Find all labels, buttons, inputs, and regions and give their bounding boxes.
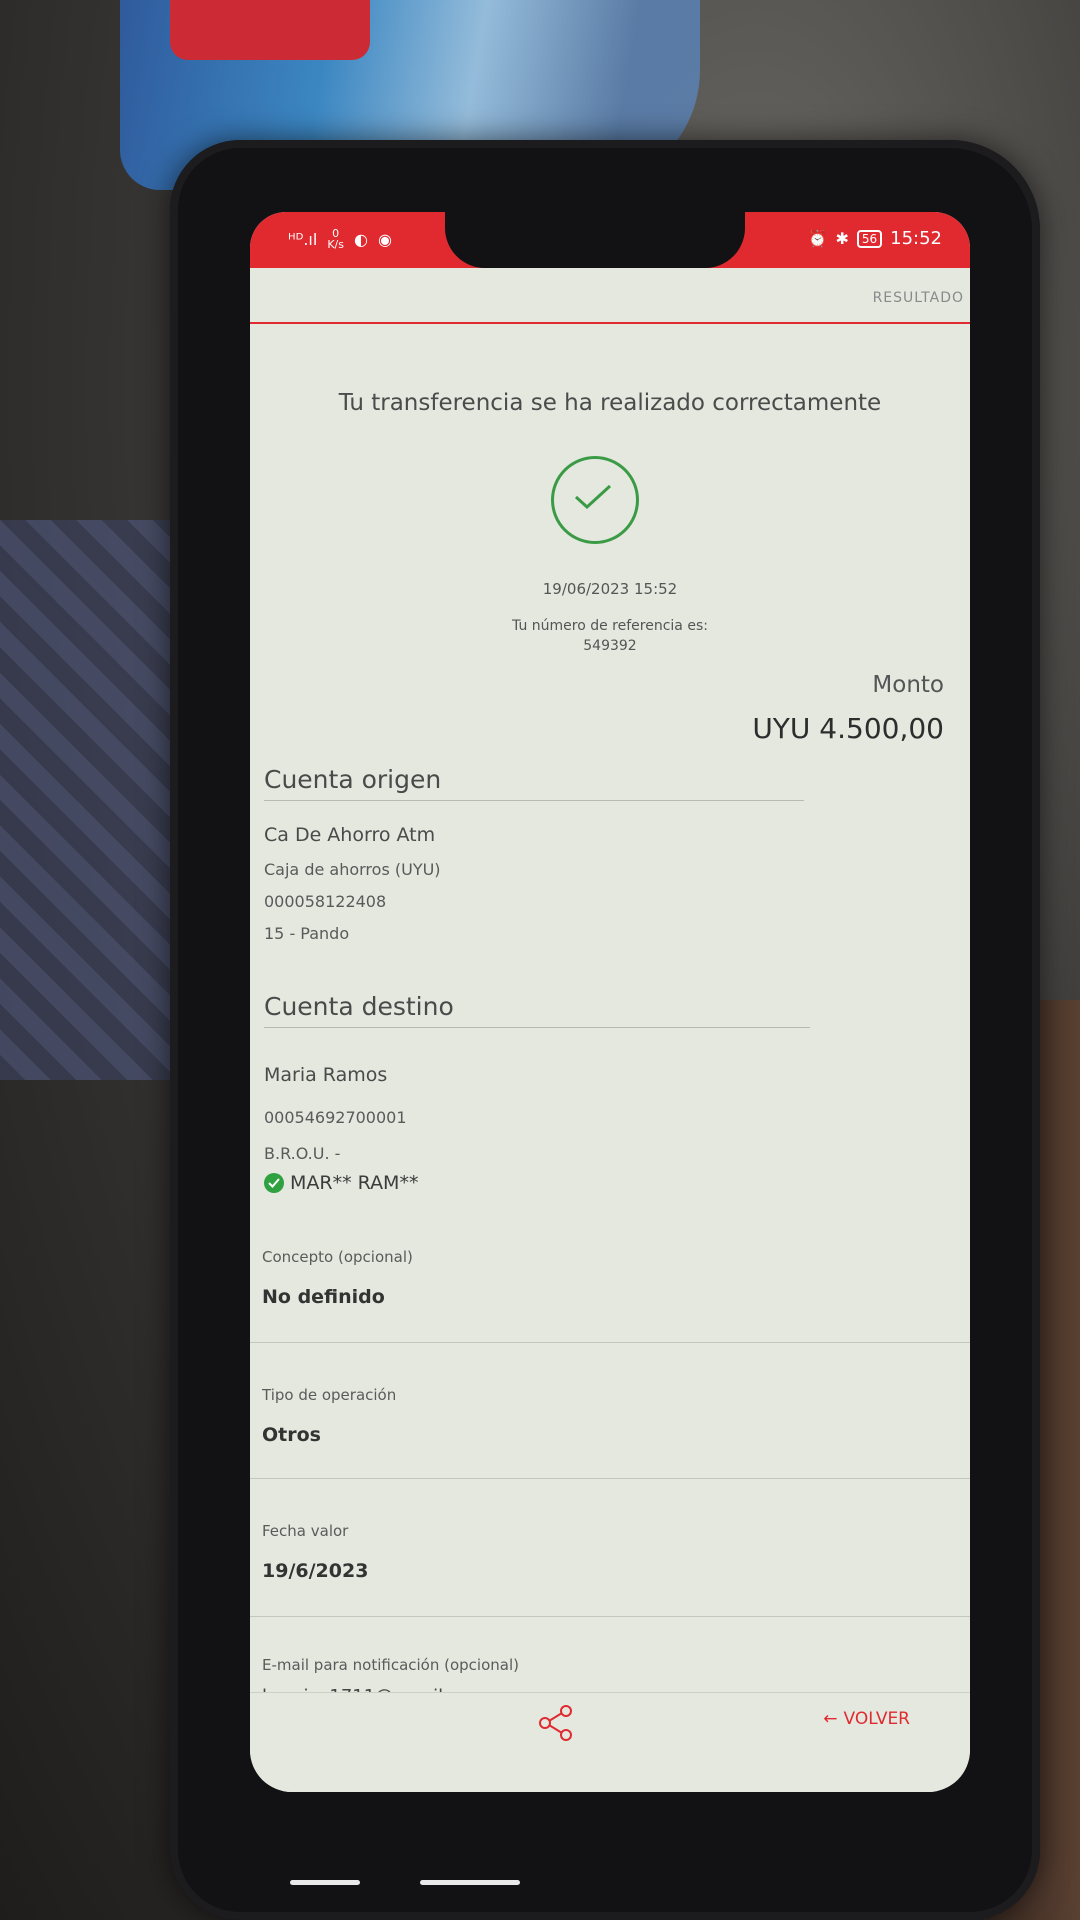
app-header: RESULTADO (250, 268, 970, 324)
camera-notch (445, 212, 745, 268)
phone-screen: ᴴᴰ.ıl 0 K/s ◐ ◉ ⏰ ✱ 56 15:52 RESULTADO Tu… (250, 212, 970, 1792)
data-rate: 0 K/s (327, 227, 344, 251)
origin-account-name: Ca De Ahorro Atm (264, 824, 436, 846)
vpn-icon: ◐ (353, 229, 368, 249)
operation-type-label: Tipo de operación (262, 1386, 397, 1404)
origin-account-type: Caja de ahorros (UYU) (264, 860, 441, 879)
background-cloth (0, 520, 180, 1080)
check-circle-icon (551, 456, 639, 544)
reference-number: 549392 (583, 638, 637, 654)
nav-indicator (420, 1880, 520, 1885)
destination-name: Maria Ramos (264, 1064, 388, 1086)
eye-icon: ◉ (377, 229, 392, 249)
bluetooth-icon: ✱ (835, 229, 849, 248)
concept-label: Concepto (opcional) (262, 1248, 413, 1266)
operation-type-value: Otros (262, 1424, 321, 1446)
system-nav-bar (290, 1880, 610, 1886)
transaction-datetime: 19/06/2023 15:52 (542, 580, 678, 598)
status-bar: ᴴᴰ.ıl 0 K/s ◐ ◉ ⏰ ✱ 56 15:52 (250, 212, 970, 268)
destination-bank: B.R.O.U. - (264, 1144, 341, 1163)
divider (250, 1342, 970, 1343)
divider (250, 1616, 970, 1617)
signal-icon: ᴴᴰ.ıl (288, 229, 318, 249)
battery-icon: 56 (856, 229, 883, 248)
alarm-icon: ⏰ (807, 229, 828, 248)
bottom-action-bar: ← VOLVER (250, 1692, 970, 1792)
destination-section-title: Cuenta destino (264, 992, 810, 1028)
origin-section-title: Cuenta origen (264, 765, 804, 801)
verified-holder: MAR** RAM** (264, 1172, 418, 1194)
amount-label: Monto (872, 672, 944, 698)
background-bottle-label (170, 0, 370, 60)
success-message: Tu transferencia se ha realizado correct… (338, 390, 882, 416)
amount-value: UYU 4.500,00 (752, 712, 944, 745)
nav-indicator (290, 1880, 360, 1885)
volver-button[interactable]: ← VOLVER (823, 1709, 910, 1729)
origin-branch: 15 - Pando (264, 924, 350, 943)
verified-check-icon (264, 1173, 284, 1193)
arrow-left-icon: ← (823, 1709, 838, 1729)
destination-account-number: 00054692700001 (264, 1108, 407, 1127)
value-date-value: 19/6/2023 (262, 1560, 369, 1582)
verified-holder-name: MAR** RAM** (290, 1172, 419, 1194)
value-date-label: Fecha valor (262, 1522, 349, 1540)
page-title: RESULTADO (872, 290, 964, 306)
concept-value: No definido (262, 1286, 385, 1308)
status-right: ⏰ ✱ 56 15:52 (808, 228, 942, 249)
share-icon[interactable] (536, 1703, 576, 1743)
divider (250, 1478, 970, 1479)
status-left: ᴴᴰ.ıl 0 K/s ◐ ◉ (288, 228, 392, 250)
volver-label: VOLVER (843, 1709, 911, 1729)
email-label: E-mail para notificación (opcional) (262, 1656, 519, 1674)
reference-label: Tu número de referencia es: (512, 618, 708, 634)
status-time: 15:52 (890, 228, 942, 249)
origin-account-number: 000058122408 (264, 892, 387, 911)
